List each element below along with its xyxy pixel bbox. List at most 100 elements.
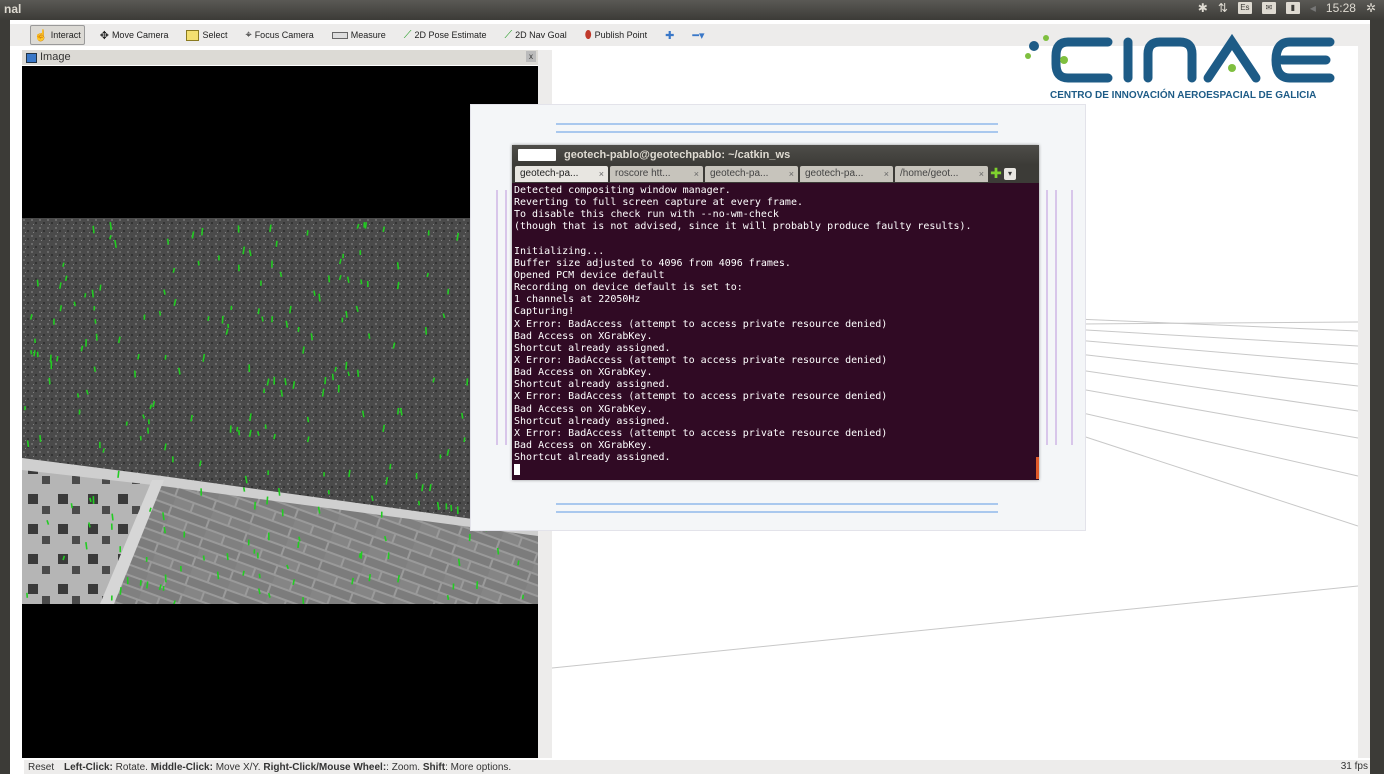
crosshair-icon: ⌖ [245,28,252,41]
terminal-tab[interactable]: /home/geot... × [895,166,988,182]
hint-key: Shift [422,762,446,773]
hint-text: : More options. [445,762,512,773]
hint-text: : Zoom. [386,762,423,773]
terminal-line: X Error: BadAccess (attempt to access pr… [514,427,888,439]
network-icon[interactable]: ⇅ [1218,1,1228,15]
terminal-line: Detected compositing window manager. [514,185,731,196]
close-tab-icon[interactable]: × [599,166,604,182]
image-panel-title: Image [40,51,71,63]
image-panel-header: Image x [22,50,540,65]
settings-gear-icon[interactable]: ✲ [1366,1,1376,15]
move-arrows-icon: ✥ [99,29,109,42]
bluetooth-icon[interactable]: ✱ [1198,1,1208,15]
terminal-line: Buffer size adjusted to 4096 from 4096 f… [514,257,791,269]
terminal-line: Shortcut already assigned. [514,415,671,427]
close-icon[interactable]: x [526,51,536,62]
camera-image-view[interactable] [22,66,538,758]
tool-2d-pose-estimate[interactable]: ⟋ 2D Pose Estimate [401,26,490,44]
camera-feed-image [22,218,538,604]
terminal-window[interactable]: geotech-pablo@geotechpablo: ~/catkin_ws … [512,145,1039,480]
reset-button[interactable]: Reset [28,762,54,773]
close-tab-icon[interactable]: × [694,166,699,182]
terminal-output[interactable]: Detected compositing window manager. Reve… [514,185,1034,477]
right-panel-collapse-handle[interactable] [1358,46,1370,758]
terminal-line: X Error: BadAccess (attempt to access pr… [514,391,888,403]
tool-move-camera[interactable]: ✥ Move Camera [97,26,172,44]
new-tab-icon[interactable]: ✚ [990,166,1002,182]
terminal-tab-label: /home/geot... [900,168,959,179]
map-pin-icon: ⬮ [584,28,592,41]
tool-publish-point[interactable]: ⬮ Publish Point [582,26,650,44]
ruler-icon [331,31,348,39]
tool-interact[interactable]: ☝ Interact [30,25,85,45]
terminal-tab[interactable]: geotech-pa... × [800,166,893,182]
volume-icon[interactable]: ◂ [1310,1,1316,15]
terminal-line: Shortcut already assigned. [514,452,671,464]
image-panel-icon [26,53,37,63]
keyboard-layout-icon[interactable]: Es [1237,2,1252,14]
tool-measure[interactable]: Measure [329,26,389,44]
top-panel: nal ✱ ⇅ Es ✉ ▮ ◂ 15:28 ✲ [0,0,1384,20]
window-edge [1370,20,1384,774]
terminal-line: (though that is not advised, since it wi… [514,221,972,233]
terminal-tab-label: geotech-pa... [520,168,579,179]
terminal-line: To disable this check run with --no-wm-c… [514,209,779,221]
terminal-title: geotech-pablo@geotechpablo: ~/catkin_ws [564,149,791,161]
terminal-line: Initializing... [514,245,605,257]
launcher-strip [0,20,10,774]
green-arrow-icon: ⟋ [403,28,412,41]
tool-label: 2D Nav Goal [515,30,567,40]
terminal-tab[interactable]: roscore htt... × [610,166,703,182]
terminal-tab-label: geotech-pa... [805,168,864,179]
terminal-line: Shortcut already assigned. [514,342,671,354]
terminal-line: X Error: BadAccess (attempt to access pr… [514,354,888,366]
hint-key: Middle-Click: [150,762,213,773]
logo-subtitle: CENTRO DE INNOVACIÓN AEROESPACIAL DE GAL… [1050,90,1317,101]
terminal-line: Opened PCM device default [514,269,665,281]
terminal-titlebar[interactable]: geotech-pablo@geotechpablo: ~/catkin_ws [512,145,1039,165]
terminal-tab-bar: geotech-pa... × roscore htt... × geotech-pa.… [512,165,1039,183]
terminal-tab-label: roscore htt... [615,168,671,179]
terminal-line: Bad Access on XGrabKey. [514,403,653,415]
terminal-tab[interactable]: geotech-pa... × [515,166,608,182]
select-rectangle-icon [186,29,200,41]
battery-icon[interactable]: ▮ [1285,2,1300,14]
system-tray: ✱ ⇅ Es ✉ ▮ ◂ 15:28 ✲ [1198,1,1376,15]
tool-label: Measure [350,30,386,40]
close-tab-icon[interactable]: × [789,166,794,182]
hand-cursor-icon: ☝ [34,29,48,42]
tool-select[interactable]: Select [183,26,230,44]
terminal-line: Recording on device default is set to: [514,282,743,294]
fps-counter: 31 fps [1340,761,1368,772]
tool-label: Select [202,30,228,40]
terminal-tab[interactable]: geotech-pa... × [705,166,798,182]
close-tab-icon[interactable]: × [884,166,889,182]
tool-2d-nav-goal[interactable]: ⟋ 2D Nav Goal [501,26,569,44]
mouse-help-text: Left-Click: Rotate. Middle-Click: Move X… [64,762,511,773]
terminal-line: Capturing! [514,306,575,318]
terminal-line: Reverting to full screen capture at ever… [514,197,803,209]
tool-focus-camera[interactable]: ⌖ Focus Camera [242,26,316,44]
close-tab-icon[interactable]: × [979,166,984,182]
terminal-line: Bad Access on XGrabKey. [514,439,653,451]
terminal-line: 1 channels at 22050Hz [514,294,641,306]
tool-label: Move Camera [111,30,169,40]
window-controls[interactable] [518,149,556,161]
hint-key: Right-Click/Mouse Wheel: [263,762,387,773]
hint-text: Move X/Y. [212,762,264,773]
hint-key: Left-Click: [64,762,113,773]
clock[interactable]: 15:28 [1326,1,1356,15]
add-tool-icon[interactable]: ✚ [662,26,677,44]
remove-tool-icon[interactable]: ━▾ [689,26,707,44]
terminal-line: X Error: BadAccess (attempt to access pr… [514,318,888,330]
tool-label: Publish Point [594,30,648,40]
tool-label: Focus Camera [254,30,314,40]
hint-text: Rotate. [112,762,151,773]
tab-menu-icon[interactable]: ▾ [1004,168,1016,180]
terminal-cursor [514,464,520,476]
terminal-scrollbar[interactable] [1036,457,1039,479]
terminal-tab-label: geotech-pa... [710,168,769,179]
status-bar: Reset Left-Click: Rotate. Middle-Click: … [24,760,1370,774]
mail-icon[interactable]: ✉ [1261,2,1276,14]
